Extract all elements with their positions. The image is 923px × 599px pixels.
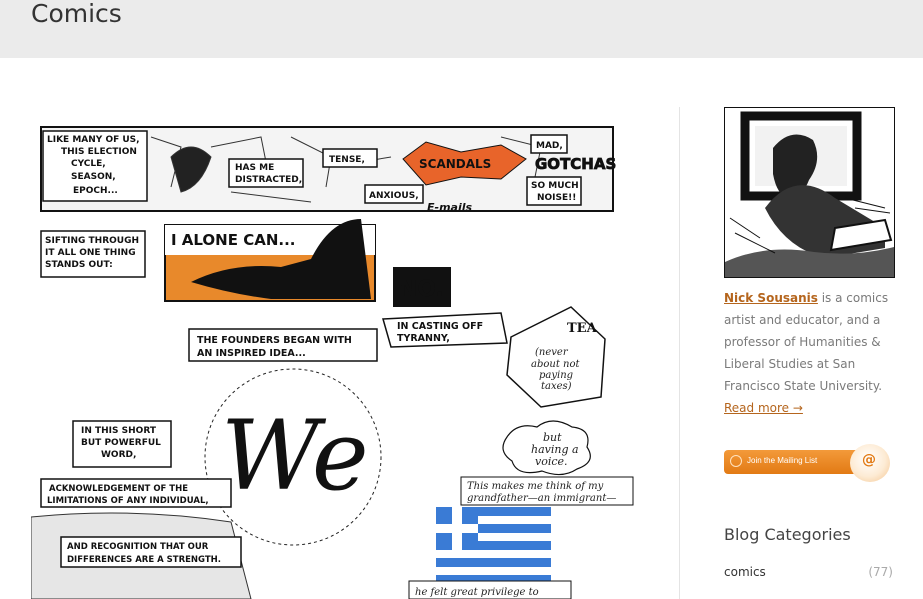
category-item[interactable]: comics (77): [724, 565, 893, 579]
svg-text:NO.: NO.: [399, 277, 444, 302]
svg-text:I ALONE CAN...: I ALONE CAN...: [171, 231, 295, 249]
caption-line: EPOCH...: [73, 186, 118, 196]
categories-heading: Blog Categories: [724, 525, 851, 544]
svg-text:We: We: [221, 400, 369, 512]
svg-text:TENSE,: TENSE,: [329, 155, 365, 165]
svg-text:SCANDALS: SCANDALS: [419, 157, 491, 171]
svg-text:he felt great privilege to: he felt great privilege to: [415, 587, 539, 598]
svg-text:ANXIOUS,: ANXIOUS,: [369, 191, 419, 201]
column-divider: [679, 107, 680, 599]
svg-text:TEA: TEA: [567, 321, 598, 336]
comic-image[interactable]: LIKE MANY OF US, THIS ELECTION CYCLE, SEASO…: [31, 107, 636, 599]
at-envelope-icon: @: [862, 452, 876, 468]
category-link-comics[interactable]: comics: [724, 565, 766, 579]
svg-text:MAD,: MAD,: [536, 141, 563, 151]
svg-text:GOTCHAS: GOTCHAS: [535, 155, 616, 173]
caption-line: LIKE MANY OF US,: [47, 135, 140, 145]
page-title: Comics: [31, 0, 122, 28]
comic-illustration: LIKE MANY OF US, THIS ELECTION CYCLE, SEASO…: [31, 107, 636, 599]
caption-line: SEASON,: [71, 172, 116, 182]
svg-text:E-mails: E-mails: [427, 201, 473, 214]
author-name-link[interactable]: Nick Sousanis: [724, 291, 818, 305]
caption-line: THIS ELECTION: [61, 147, 137, 157]
author-portrait[interactable]: [724, 107, 895, 278]
mailing-list-button[interactable]: Join the Mailing List @: [724, 443, 892, 483]
circle-ring-icon: [730, 455, 742, 467]
read-more-wrap: Read more →: [724, 399, 803, 417]
greek-flag: [436, 507, 551, 582]
bio-text: is a comics artist and educator, and a p…: [724, 291, 889, 393]
category-count: (77): [868, 565, 893, 579]
page-header: Comics: [0, 0, 923, 58]
svg-text:This makes me think of mygrand: This makes me think of my grandfather—an …: [467, 481, 616, 504]
mailing-label: Join the Mailing List: [747, 456, 818, 465]
read-more-link[interactable]: Read more →: [724, 401, 803, 415]
caption-line: CYCLE,: [71, 159, 106, 169]
author-bio: Nick Sousanis is a comics artist and edu…: [724, 287, 896, 397]
